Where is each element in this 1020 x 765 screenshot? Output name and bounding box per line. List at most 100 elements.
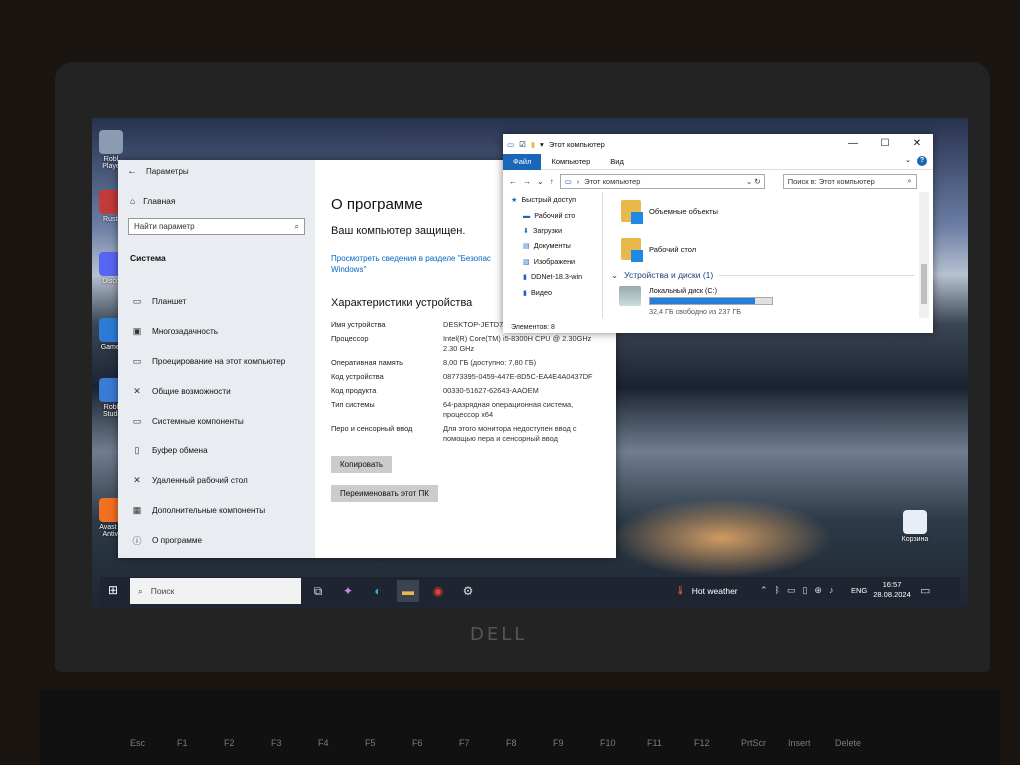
computer-icon: ▭ xyxy=(564,176,572,186)
security-details-link[interactable]: Просмотреть сведения в разделе "Безопас … xyxy=(331,253,496,275)
videos-icon: ▮ xyxy=(523,287,527,297)
spec-key: Тип системы xyxy=(331,400,375,409)
spec-value: 8,00 ГБ (доступно: 7,80 ГБ) xyxy=(443,358,537,367)
copy-button[interactable]: Копировать xyxy=(331,456,393,473)
settings-search-input[interactable]: Найти параметр ⌕ xyxy=(128,218,305,235)
tab-computer[interactable]: Компьютер xyxy=(541,157,600,166)
rename-pc-button[interactable]: Переименовать этот ПК xyxy=(331,485,438,502)
weather-text: Hot weather xyxy=(691,585,738,596)
spec-key: Код продукта xyxy=(331,386,377,395)
sidebar-item[interactable]: ✕ Удаленный рабочий стол xyxy=(118,466,315,496)
close-button[interactable]: ✕ xyxy=(901,134,933,154)
sidebar-item[interactable]: ▭ Планшет xyxy=(118,287,315,317)
bluetooth-icon[interactable]: ᛒ xyxy=(775,585,780,596)
spec-key: Процессор xyxy=(331,334,369,343)
clock[interactable]: 16:57 28.08.2024 xyxy=(873,580,911,600)
spec-row: Тип системы 64-разрядная операционная сис… xyxy=(331,400,616,420)
maximize-button[interactable]: ☐ xyxy=(869,134,901,154)
nav-pane-item[interactable]: ★ Быстрый доступ xyxy=(503,192,602,207)
nav-pane-item[interactable]: ▮ DDNet-18.3-win xyxy=(503,269,602,284)
language-indicator[interactable]: ENG xyxy=(851,586,867,595)
address-bar[interactable]: ▭ › Этот компьютер ⌄ ↻ xyxy=(559,173,765,189)
recycle-bin-icon[interactable]: Корзина xyxy=(897,510,933,543)
nav-pane-item[interactable]: ⬇ Загрузки xyxy=(503,223,602,238)
keyboard xyxy=(40,690,1000,765)
sidebar-item[interactable]: ▣ Многозадачность xyxy=(118,317,315,347)
settings-gear-icon[interactable]: ⚙ xyxy=(457,580,479,602)
desktop-folder-icon: ▬ xyxy=(523,210,531,220)
refresh-icon[interactable]: ⌄ ↻ xyxy=(746,177,761,186)
desktop-icon-label: Rustl xyxy=(103,216,119,223)
edge-icon[interactable]: ◐ xyxy=(367,580,389,602)
sidebar-item[interactable]: ▭ Системные компоненты xyxy=(118,406,315,436)
nav-pane-item[interactable]: ▮ Видео xyxy=(503,284,602,299)
task-view-icon[interactable]: ⧉ xyxy=(307,580,329,602)
new-folder-icon[interactable]: ▮ xyxy=(531,140,535,149)
settings-home-link[interactable]: ⌂ Главная xyxy=(130,196,315,206)
documents-icon: ▤ xyxy=(523,241,530,251)
display-icon[interactable]: ▭ xyxy=(787,585,796,596)
explorer-search-input[interactable]: Поиск в: Этот компьютер ⌕ xyxy=(782,173,917,189)
expand-ribbon-icon[interactable]: ⌄ xyxy=(905,156,911,166)
forward-arrow-icon[interactable]: → xyxy=(523,177,531,186)
back-arrow-icon[interactable]: ← xyxy=(509,177,517,186)
projecting-icon: ▭ xyxy=(132,355,142,366)
sidebar-item-label: Буфер обмена xyxy=(152,446,208,456)
nav-pane-item[interactable]: ▬ Рабочий сто xyxy=(503,207,602,222)
devices-group-header[interactable]: ⌄ Устройства и диски (1) xyxy=(611,268,923,282)
drive-name: Локальный диск (C:) xyxy=(649,286,718,295)
chevron-down-icon: ⌄ xyxy=(611,269,619,280)
copilot-icon[interactable]: ✦ xyxy=(337,580,359,602)
volume-icon[interactable]: ♪ xyxy=(829,585,834,596)
sidebar-item[interactable]: ✕ Общие возможности xyxy=(118,376,315,406)
minimize-button[interactable]: — xyxy=(837,134,869,154)
window-controls: — ☐ ✕ xyxy=(837,134,933,154)
shared-experiences-icon: ✕ xyxy=(133,385,141,396)
nav-pane-item[interactable]: ▧ Изображени xyxy=(503,254,602,269)
folder-3d-objects[interactable]: Объемные объекты xyxy=(611,192,923,230)
nav-pane-label: Видео xyxy=(530,287,552,297)
nav-pane-label: Документы xyxy=(533,241,571,251)
sidebar-item[interactable]: ▦ Дополнительные компоненты xyxy=(118,496,315,526)
nav-pane-item[interactable]: ▤ Документы xyxy=(503,238,602,253)
taskbar-search-placeholder: Поиск xyxy=(150,586,175,596)
folder-desktop[interactable]: Рабочий стол xyxy=(611,230,923,268)
tab-view[interactable]: Вид xyxy=(600,157,634,166)
sidebar-item-label: Системные компоненты xyxy=(152,416,244,426)
tab-file[interactable]: Файл xyxy=(503,153,542,170)
help-icon[interactable]: ? xyxy=(917,156,927,166)
drive-usage-bar xyxy=(649,297,773,305)
up-arrow-icon[interactable]: ↑ xyxy=(550,177,554,186)
sidebar-item[interactable]: ⓘ О программе xyxy=(118,525,315,555)
folder-icon xyxy=(621,200,643,224)
ribbon-right-controls: ⌄ ? xyxy=(905,156,927,166)
sidebar-item[interactable]: ▯ Буфер обмена xyxy=(118,436,315,466)
windows-start-icon[interactable]: ⊞ xyxy=(108,583,122,597)
weather-widget[interactable]: 🌡 Hot weather xyxy=(675,585,738,596)
file-explorer-taskbar-icon[interactable]: ▬ xyxy=(397,580,419,602)
drive-c[interactable]: Локальный диск (C:) 32,4 ГБ свободно из … xyxy=(611,286,923,316)
chevron-up-icon[interactable]: ⌃ xyxy=(760,585,768,596)
spec-row: Процессор Intel(R) Core(TM) i5-8300H CPU … xyxy=(331,334,616,354)
chrome-icon[interactable]: ◉ xyxy=(427,580,449,602)
properties-icon[interactable]: ☑ xyxy=(519,140,526,149)
explorer-scrollbar[interactable] xyxy=(919,192,929,318)
sidebar-item[interactable]: ▭ Проецирование на этот компьютер xyxy=(118,347,315,377)
group-divider xyxy=(719,274,915,276)
clock-time: 16:57 xyxy=(882,580,902,589)
multitasking-icon: ▣ xyxy=(132,326,142,337)
explorer-titlebar: ▭ ☑ ▮ ▾ Этот компьютер — ☐ ✕ xyxy=(503,134,933,154)
sidebar-item-label: Удаленный рабочий стол xyxy=(152,476,248,486)
taskbar-search-input[interactable]: ⌕ Поиск xyxy=(130,578,301,604)
battery-icon[interactable]: ▯ xyxy=(802,585,807,596)
network-icon[interactable]: ⊕ xyxy=(814,585,822,596)
folder-icon: ▮ xyxy=(523,272,527,282)
back-arrow-icon[interactable]: ← xyxy=(118,166,146,177)
quick-access-dropdown-icon[interactable]: ▾ xyxy=(540,140,544,149)
notification-icon[interactable]: ▭ xyxy=(920,584,930,597)
nav-pane-label: Быстрый доступ xyxy=(521,195,577,205)
function-keys-row: Esc F1 F2 F3 F4 F5 F6 F7 F8 F9 F10 F11 F12 PrtScr Inse… xyxy=(130,738,862,748)
pictures-icon: ▧ xyxy=(523,256,530,266)
recent-dropdown-icon[interactable]: ⌄ xyxy=(537,177,544,186)
explorer-ribbon: Файл Компьютер Вид ⌄ ? xyxy=(503,153,933,170)
